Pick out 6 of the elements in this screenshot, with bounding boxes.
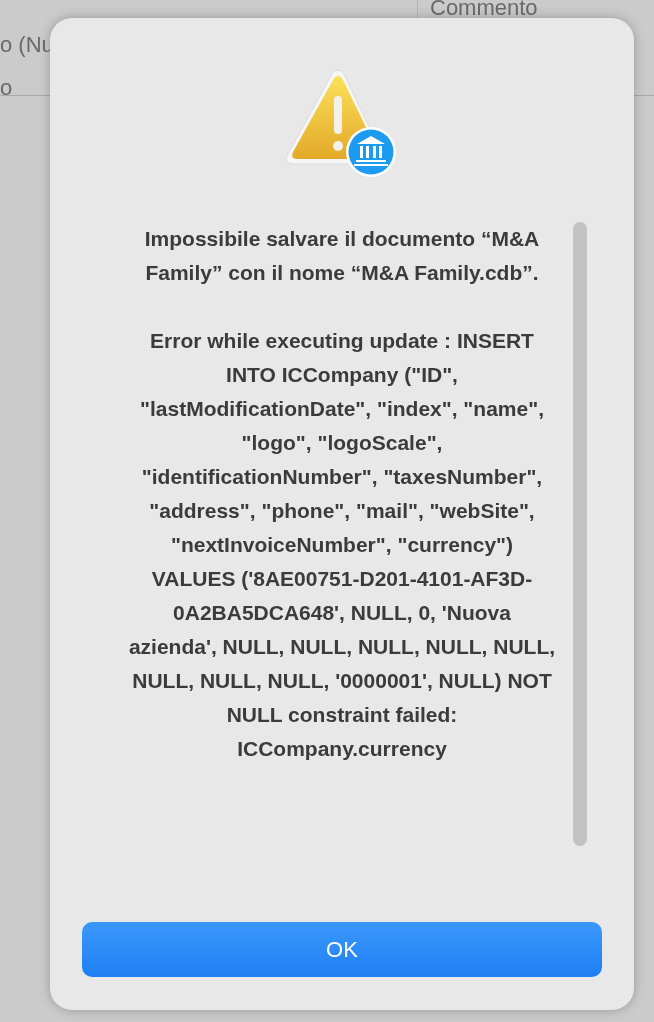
alert-message: Impossibile salvare il documento “M&A Family” con il nome “M&A Family.cdb”. [143,226,541,286]
ok-button[interactable]: OK [82,922,602,977]
table-cell-text: o [0,74,14,102]
column-header: Commento [430,0,538,20]
scrollbar-thumb[interactable] [573,222,587,846]
alert-message: Error while executing update : INSERT INTO ICCompany ("ID", "lastModificationDate", "index", "name", "logo", "logoScale", "identificationNumber", "taxesNumber", "address", "phone", "mail", "webSite", "nextInvoiceNumber", "currency") VALUES ('8AE00751-D201-4101-AF3D-0A2BA5DCA648', NULL, 0, 'Nuova azienda', NULL, NULL, NULL, NULL, NULL, NULL, NULL, NULL, '0000001', NULL) NOT NULL constraint failed: ICCompany.currency [128,328,556,762]
